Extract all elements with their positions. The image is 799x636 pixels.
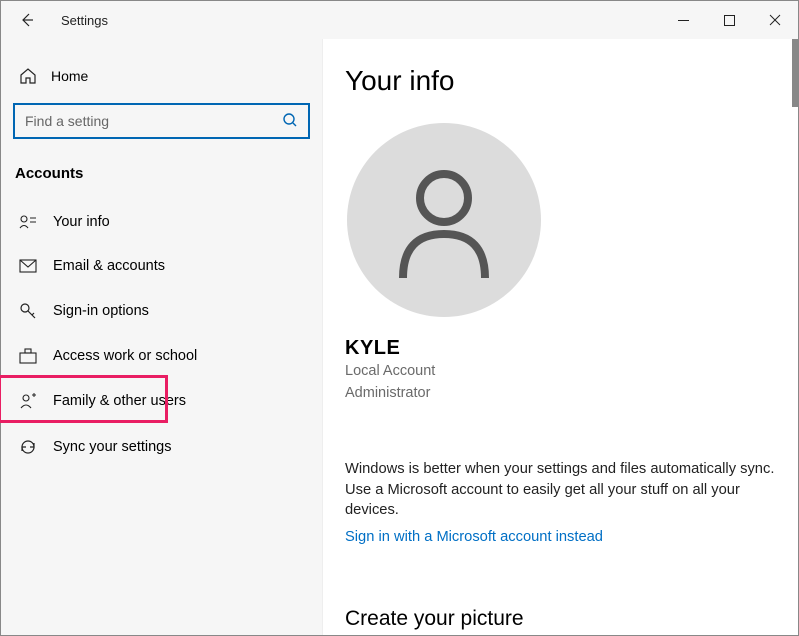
sidebar-item-your-info[interactable]: Your info bbox=[1, 200, 322, 244]
window-controls bbox=[660, 4, 798, 36]
sidebar-section-header: Accounts bbox=[1, 159, 322, 200]
sync-icon bbox=[17, 438, 39, 456]
sidebar-item-label: Sync your settings bbox=[53, 439, 171, 455]
maximize-button[interactable] bbox=[706, 4, 752, 36]
search-box[interactable] bbox=[13, 103, 310, 139]
sidebar-item-sync-settings[interactable]: Sync your settings bbox=[1, 424, 322, 470]
title-bar: Settings bbox=[1, 1, 798, 39]
content-pane: Your info KYLE Local Account Administrat… bbox=[323, 39, 798, 635]
sidebar-item-email-accounts[interactable]: Email & accounts bbox=[1, 244, 322, 288]
key-icon bbox=[17, 302, 39, 320]
sidebar-item-label: Email & accounts bbox=[53, 258, 165, 274]
sidebar-home[interactable]: Home bbox=[1, 57, 322, 95]
sidebar-item-label: Your info bbox=[53, 214, 110, 230]
picture-heading: Create your picture bbox=[345, 607, 784, 631]
sign-in-microsoft-link[interactable]: Sign in with a Microsoft account instead bbox=[345, 529, 603, 545]
sidebar-item-signin-options[interactable]: Sign-in options bbox=[1, 288, 322, 334]
search-icon bbox=[282, 112, 298, 131]
minimize-button[interactable] bbox=[660, 4, 706, 36]
minimize-icon bbox=[678, 15, 689, 26]
close-icon bbox=[769, 14, 781, 26]
account-role: Administrator bbox=[345, 384, 784, 404]
home-icon bbox=[17, 67, 39, 85]
scrollbar-thumb[interactable] bbox=[792, 39, 798, 107]
arrow-left-icon bbox=[19, 12, 35, 28]
close-button[interactable] bbox=[752, 4, 798, 36]
search-input[interactable] bbox=[25, 113, 282, 129]
window-title: Settings bbox=[61, 13, 108, 28]
sidebar-item-label: Access work or school bbox=[53, 348, 197, 364]
sidebar-item-label: Sign-in options bbox=[53, 303, 149, 319]
sidebar-item-label: Family & other users bbox=[53, 393, 186, 409]
sync-description: Windows is better when your settings and… bbox=[345, 459, 784, 521]
account-type: Local Account bbox=[345, 362, 784, 382]
sidebar-item-access-work-school[interactable]: Access work or school bbox=[1, 334, 322, 378]
person-icon bbox=[389, 160, 499, 280]
sidebar: Home Accounts Your info Email & accounts bbox=[1, 39, 323, 635]
maximize-icon bbox=[724, 15, 735, 26]
avatar bbox=[347, 123, 541, 317]
back-button[interactable] bbox=[11, 4, 43, 36]
user-badge-icon bbox=[17, 214, 39, 230]
briefcase-icon bbox=[17, 348, 39, 364]
page-title: Your info bbox=[345, 65, 784, 97]
envelope-icon bbox=[17, 259, 39, 273]
sidebar-item-family-other-users[interactable]: Family & other users bbox=[1, 378, 322, 424]
user-plus-icon bbox=[17, 392, 39, 410]
sidebar-home-label: Home bbox=[51, 68, 88, 84]
user-name: KYLE bbox=[345, 337, 784, 360]
